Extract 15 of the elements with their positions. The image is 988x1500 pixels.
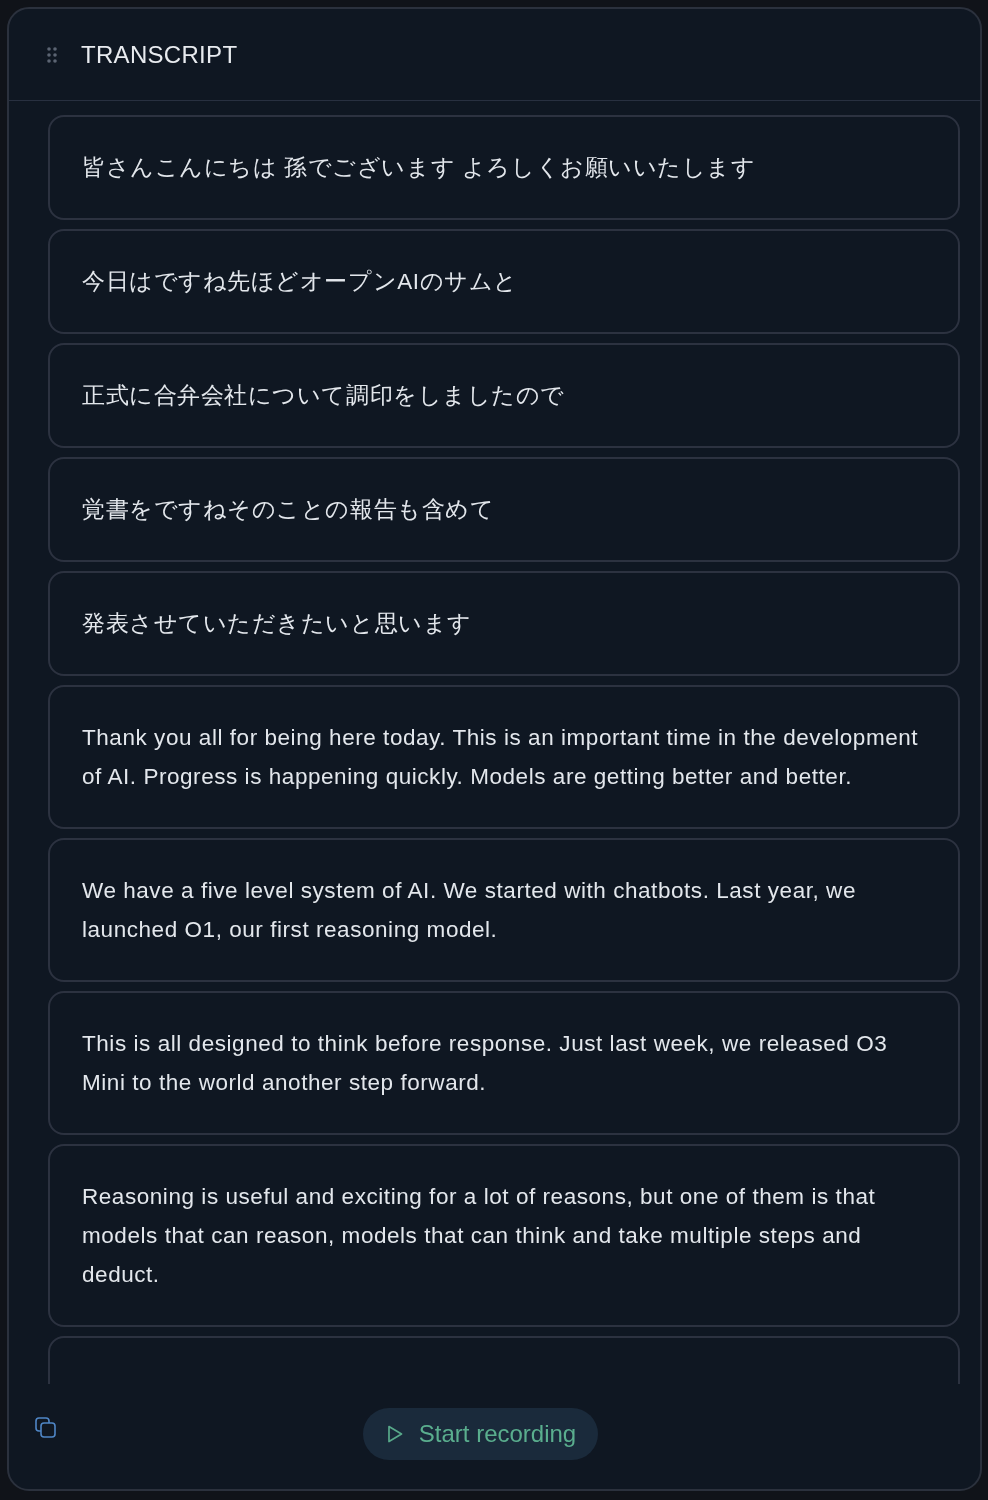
panel-title: TRANSCRIPT: [81, 40, 238, 69]
transcript-text: 皆さんこんにちは 孫でございます よろしくお願いいたします: [82, 154, 757, 182]
transcript-text: This is all designed to think before response. Just last week, we released O3 Mini to the world another step forward.: [82, 1030, 889, 1097]
transcript-text: We have a five level system of AI. We started with chatbots. Last year, we launched O1, our first reasoning model.: [82, 877, 857, 944]
drag-handle-icon[interactable]: [47, 46, 57, 63]
play-icon: [386, 1424, 403, 1443]
transcript-text: Thank you all for being here today. This is an important time in the development of AI. Progress is happening quickly. Models are getting better and better.: [82, 724, 920, 791]
transcript-text: 覚書をですねそのことの報告も含めて: [82, 496, 496, 524]
transcript-text: 今日はですね先ほどオープンAIのサムと: [82, 268, 519, 296]
transcript-text: Reasoning is useful and exciting for a lot of reasons, but one of them is that models that can reason, models that can think and take multiple steps and deduct.: [82, 1183, 877, 1289]
transcript-text: 発表させていただきたいと思います: [82, 610, 473, 638]
start-recording-button[interactable]: Start recording: [362, 1407, 599, 1460]
copy-icon: [35, 1417, 56, 1438]
copy-button[interactable]: [35, 1417, 56, 1438]
transcript-text: 正式に合弁会社について調印をしましたので: [82, 382, 566, 410]
